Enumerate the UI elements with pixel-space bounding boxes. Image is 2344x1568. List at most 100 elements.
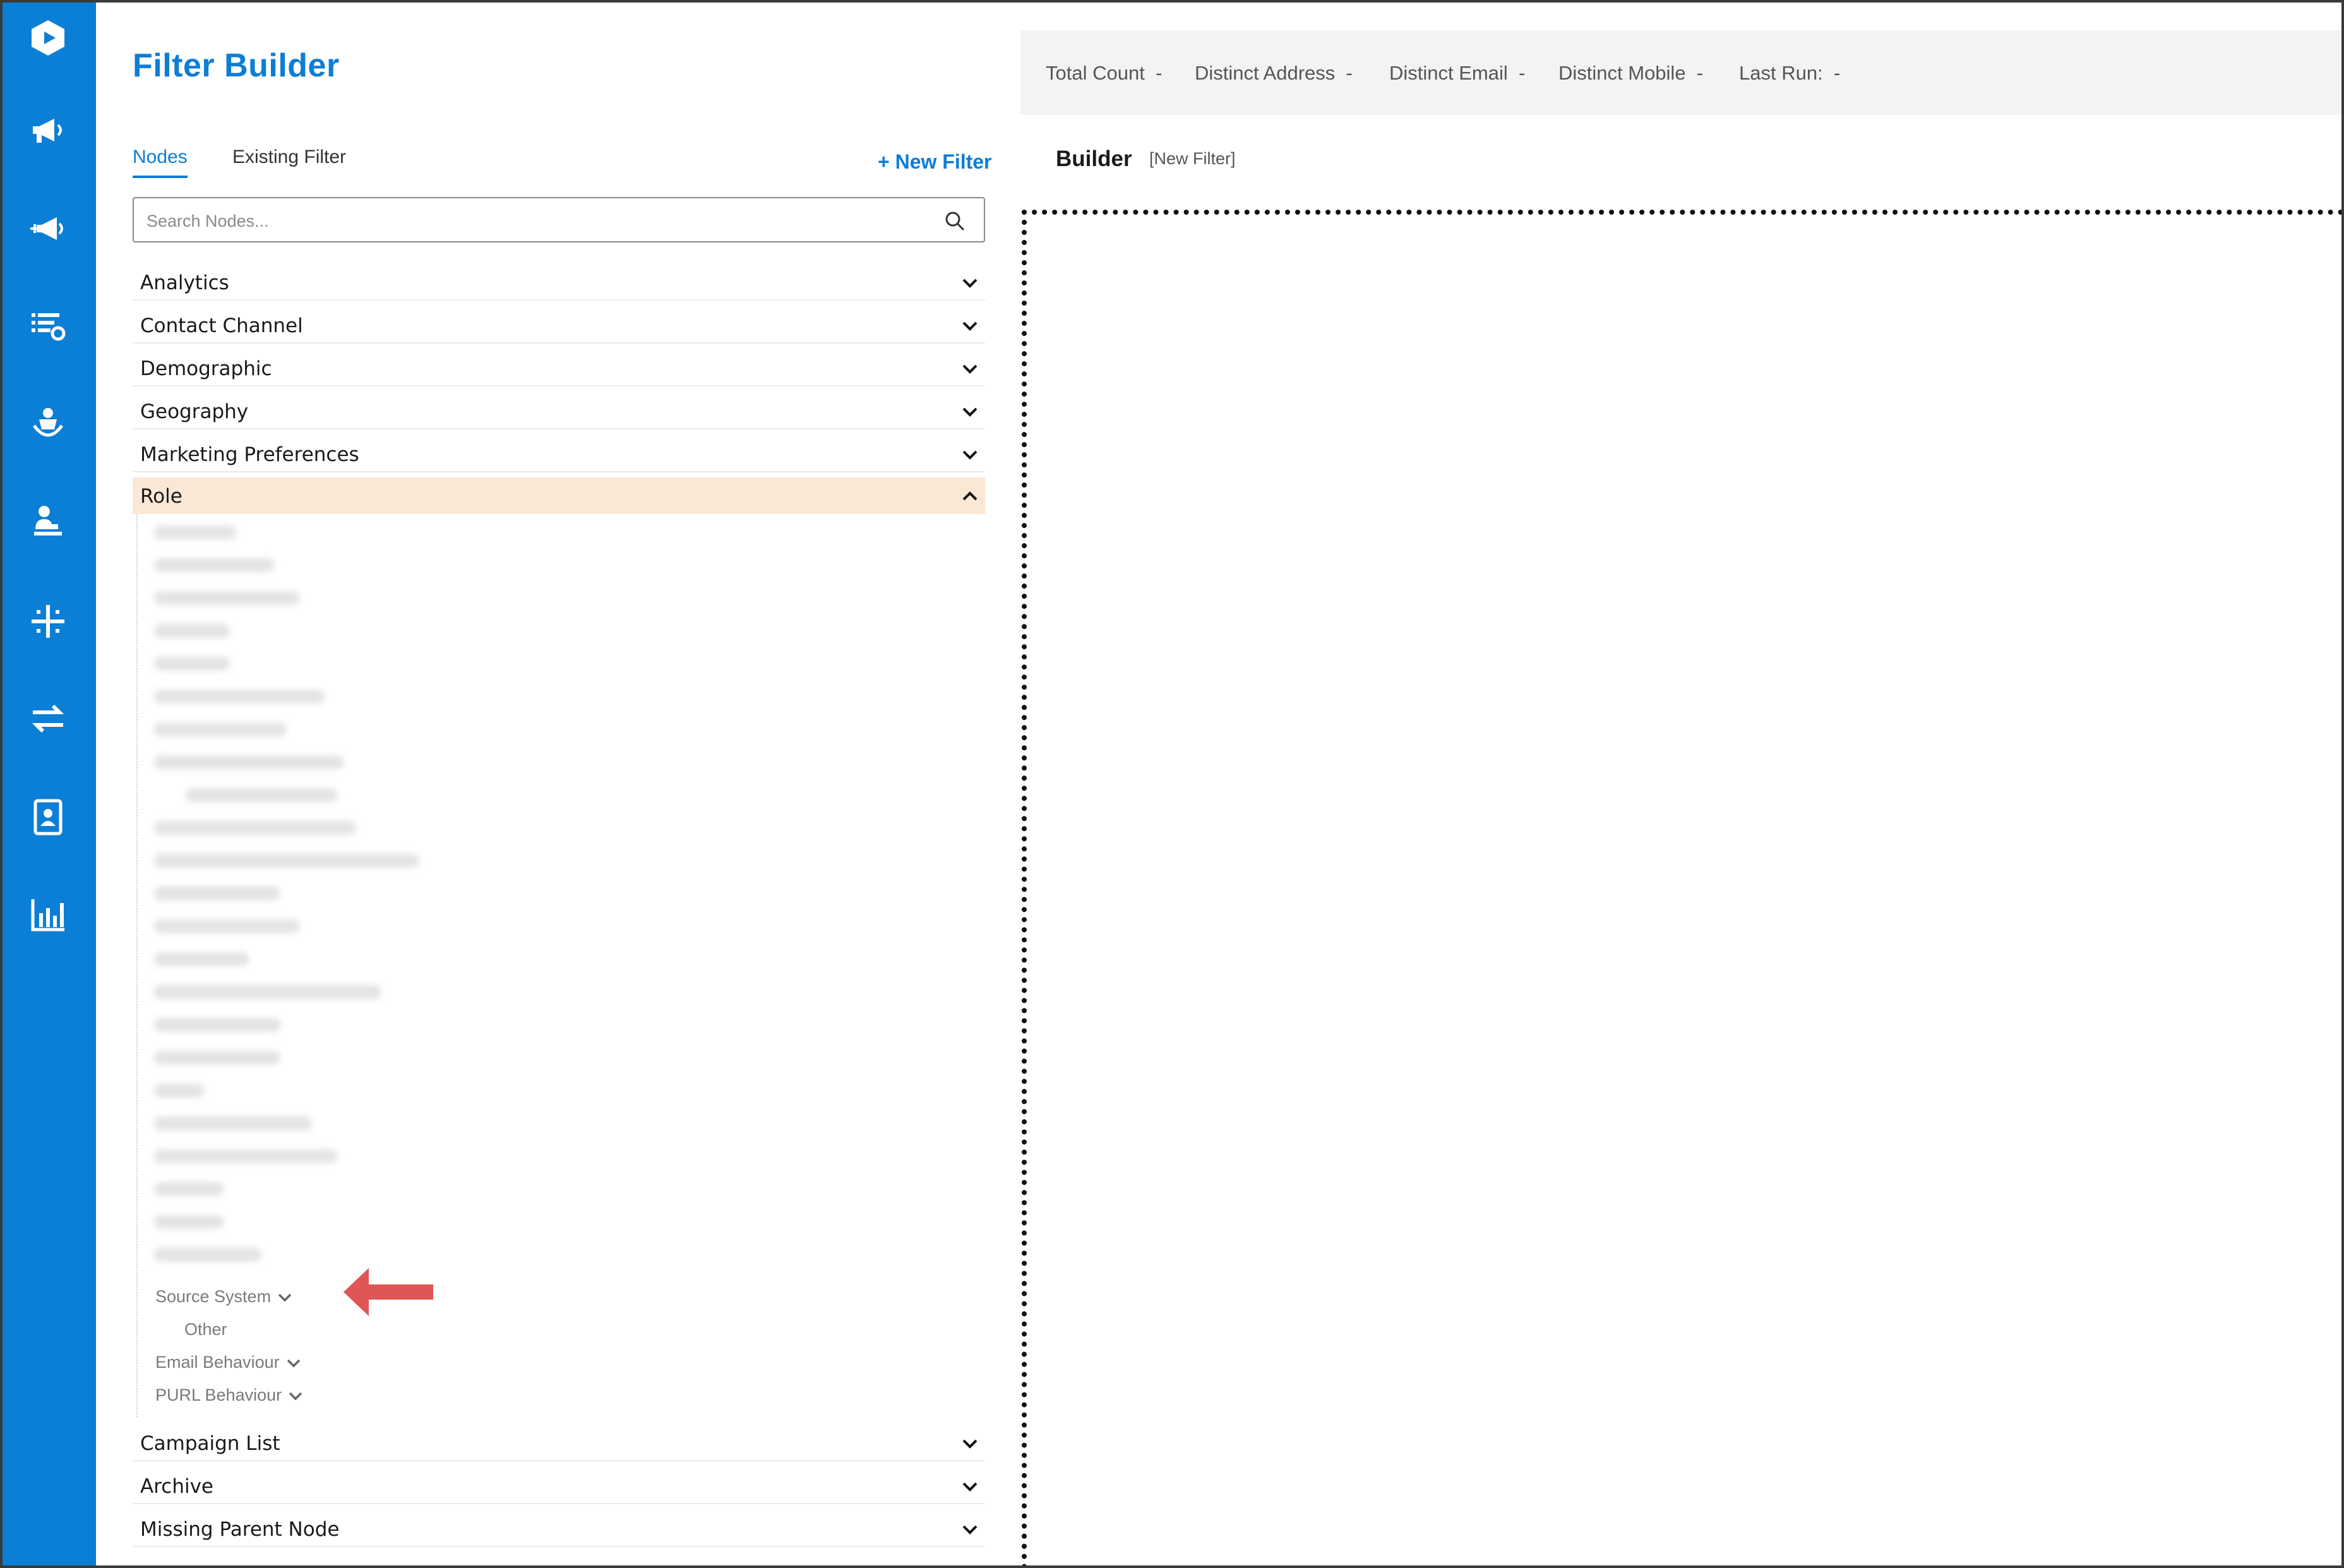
stat-value: - bbox=[1156, 62, 1163, 84]
chevron-down-icon[interactable] bbox=[960, 273, 980, 293]
node-demographic[interactable]: Demographic bbox=[133, 350, 985, 386]
red-arrow-annotation bbox=[344, 1268, 433, 1316]
redacted-item bbox=[154, 755, 344, 769]
tree-guide-line bbox=[136, 514, 138, 1417]
redacted-item bbox=[154, 919, 299, 933]
node-marketing-preferences[interactable]: Marketing Preferences bbox=[133, 436, 985, 472]
builder-subtitle: [New Filter] bbox=[1149, 149, 1236, 168]
megaphone-add-icon[interactable] bbox=[27, 207, 69, 250]
stat-total-count: Total Count - bbox=[1046, 62, 1162, 85]
megaphone-icon[interactable] bbox=[27, 109, 69, 152]
redacted-item bbox=[154, 624, 230, 638]
tab-existing-filter[interactable]: Existing Filter bbox=[232, 147, 346, 176]
redacted-item bbox=[154, 1084, 205, 1098]
redacted-item bbox=[154, 525, 236, 539]
redacted-item bbox=[154, 821, 356, 835]
redacted-item bbox=[154, 1215, 224, 1229]
child-label: Source System bbox=[155, 1287, 272, 1306]
redacted-item bbox=[154, 1018, 280, 1032]
search-icon[interactable] bbox=[942, 208, 967, 234]
node-geography[interactable]: Geography bbox=[133, 393, 985, 429]
child-label: Other bbox=[184, 1320, 227, 1339]
builder-canvas[interactable] bbox=[1022, 210, 2341, 1565]
list-settings-icon[interactable] bbox=[27, 304, 69, 347]
node-label: Marketing Preferences bbox=[140, 443, 359, 466]
chevron-down-icon[interactable] bbox=[960, 316, 980, 336]
redacted-item bbox=[154, 1116, 312, 1130]
page-title: Filter Builder bbox=[133, 47, 340, 84]
redacted-item bbox=[154, 1051, 280, 1065]
redacted-item bbox=[154, 854, 419, 868]
redacted-item bbox=[154, 952, 249, 966]
redacted-item bbox=[154, 657, 230, 671]
node-campaign-list[interactable]: Campaign List bbox=[133, 1425, 985, 1461]
node-role[interactable]: Role bbox=[133, 477, 985, 514]
chevron-down-icon[interactable] bbox=[960, 445, 980, 465]
redacted-item bbox=[154, 722, 287, 736]
redacted-item bbox=[154, 591, 299, 605]
transfer-icon[interactable] bbox=[27, 697, 69, 740]
chevron-down-icon[interactable] bbox=[960, 402, 980, 422]
node-missing-parent-node[interactable]: Missing Parent Node bbox=[133, 1511, 985, 1547]
chevron-down-icon[interactable] bbox=[960, 1433, 980, 1454]
new-filter-button[interactable]: + New Filter bbox=[878, 150, 992, 174]
chevron-down-icon[interactable] bbox=[287, 1387, 304, 1404]
tab-nodes[interactable]: Nodes bbox=[133, 147, 188, 178]
logo-icon[interactable] bbox=[27, 16, 69, 59]
node-label: Demographic bbox=[140, 357, 272, 380]
stat-label: Last Run: bbox=[1739, 62, 1823, 84]
redacted-item bbox=[154, 985, 381, 999]
role-child-purl-behaviour[interactable]: PURL Behaviour bbox=[155, 1385, 304, 1405]
sidebar bbox=[3, 3, 96, 1565]
stat-value: - bbox=[1696, 62, 1704, 84]
chevron-down-icon[interactable] bbox=[960, 1519, 980, 1540]
stat-label: Total Count bbox=[1046, 62, 1145, 84]
stat-label: Distinct Mobile bbox=[1558, 62, 1686, 84]
network-icon[interactable] bbox=[27, 600, 69, 643]
redacted-item bbox=[154, 690, 325, 703]
node-contact-channel[interactable]: Contact Channel bbox=[133, 307, 985, 344]
redacted-item bbox=[154, 1149, 337, 1163]
stat-value: - bbox=[1833, 62, 1841, 84]
chevron-down-icon[interactable] bbox=[276, 1288, 294, 1306]
node-archive[interactable]: Archive bbox=[133, 1468, 985, 1504]
person-hand-icon[interactable] bbox=[27, 403, 69, 446]
chevron-up-icon[interactable] bbox=[960, 486, 980, 506]
app-window: Filter Builder Nodes Existing Filter + N… bbox=[0, 0, 2344, 1568]
builder-title: Builder bbox=[1056, 147, 1132, 171]
redacted-item bbox=[154, 1182, 224, 1196]
node-label: Role bbox=[140, 485, 182, 508]
node-label: Analytics bbox=[140, 272, 229, 294]
role-child-other[interactable]: Other bbox=[184, 1320, 227, 1339]
child-label: Email Behaviour bbox=[155, 1353, 280, 1372]
redacted-item bbox=[154, 558, 274, 572]
stat-label: Distinct Address bbox=[1195, 62, 1336, 84]
bar-chart-icon[interactable] bbox=[27, 893, 69, 936]
stat-distinct-mobile: Distinct Mobile - bbox=[1558, 62, 1703, 85]
redacted-item bbox=[186, 788, 337, 802]
stat-last-run: Last Run: - bbox=[1739, 62, 1840, 85]
node-label: Geography bbox=[140, 400, 249, 423]
role-child-source-system[interactable]: Source System bbox=[155, 1287, 294, 1307]
node-label: Contact Channel bbox=[140, 314, 303, 337]
search-input[interactable] bbox=[146, 208, 904, 234]
role-child-email-behaviour[interactable]: Email Behaviour bbox=[155, 1353, 302, 1372]
redacted-item bbox=[154, 887, 280, 901]
stat-distinct-email: Distinct Email - bbox=[1389, 62, 1525, 85]
stat-distinct-address: Distinct Address - bbox=[1195, 62, 1353, 85]
node-label: Campaign List bbox=[140, 1432, 280, 1455]
node-label: Archive bbox=[140, 1475, 213, 1498]
contact-card-icon[interactable] bbox=[27, 796, 69, 839]
stat-value: - bbox=[1346, 62, 1353, 84]
stat-value: - bbox=[1519, 62, 1526, 84]
chevron-down-icon[interactable] bbox=[960, 359, 980, 379]
stat-label: Distinct Email bbox=[1389, 62, 1508, 84]
person-desk-icon[interactable] bbox=[27, 500, 69, 543]
redacted-item bbox=[154, 1248, 261, 1262]
chevron-down-icon[interactable] bbox=[960, 1476, 980, 1497]
chevron-down-icon[interactable] bbox=[285, 1354, 302, 1372]
node-label: Missing Parent Node bbox=[140, 1518, 340, 1541]
stats-bar: Total Count - Distinct Address - Distinc… bbox=[1020, 30, 2341, 115]
search-box bbox=[133, 197, 985, 242]
node-analytics[interactable]: Analytics bbox=[133, 264, 985, 301]
